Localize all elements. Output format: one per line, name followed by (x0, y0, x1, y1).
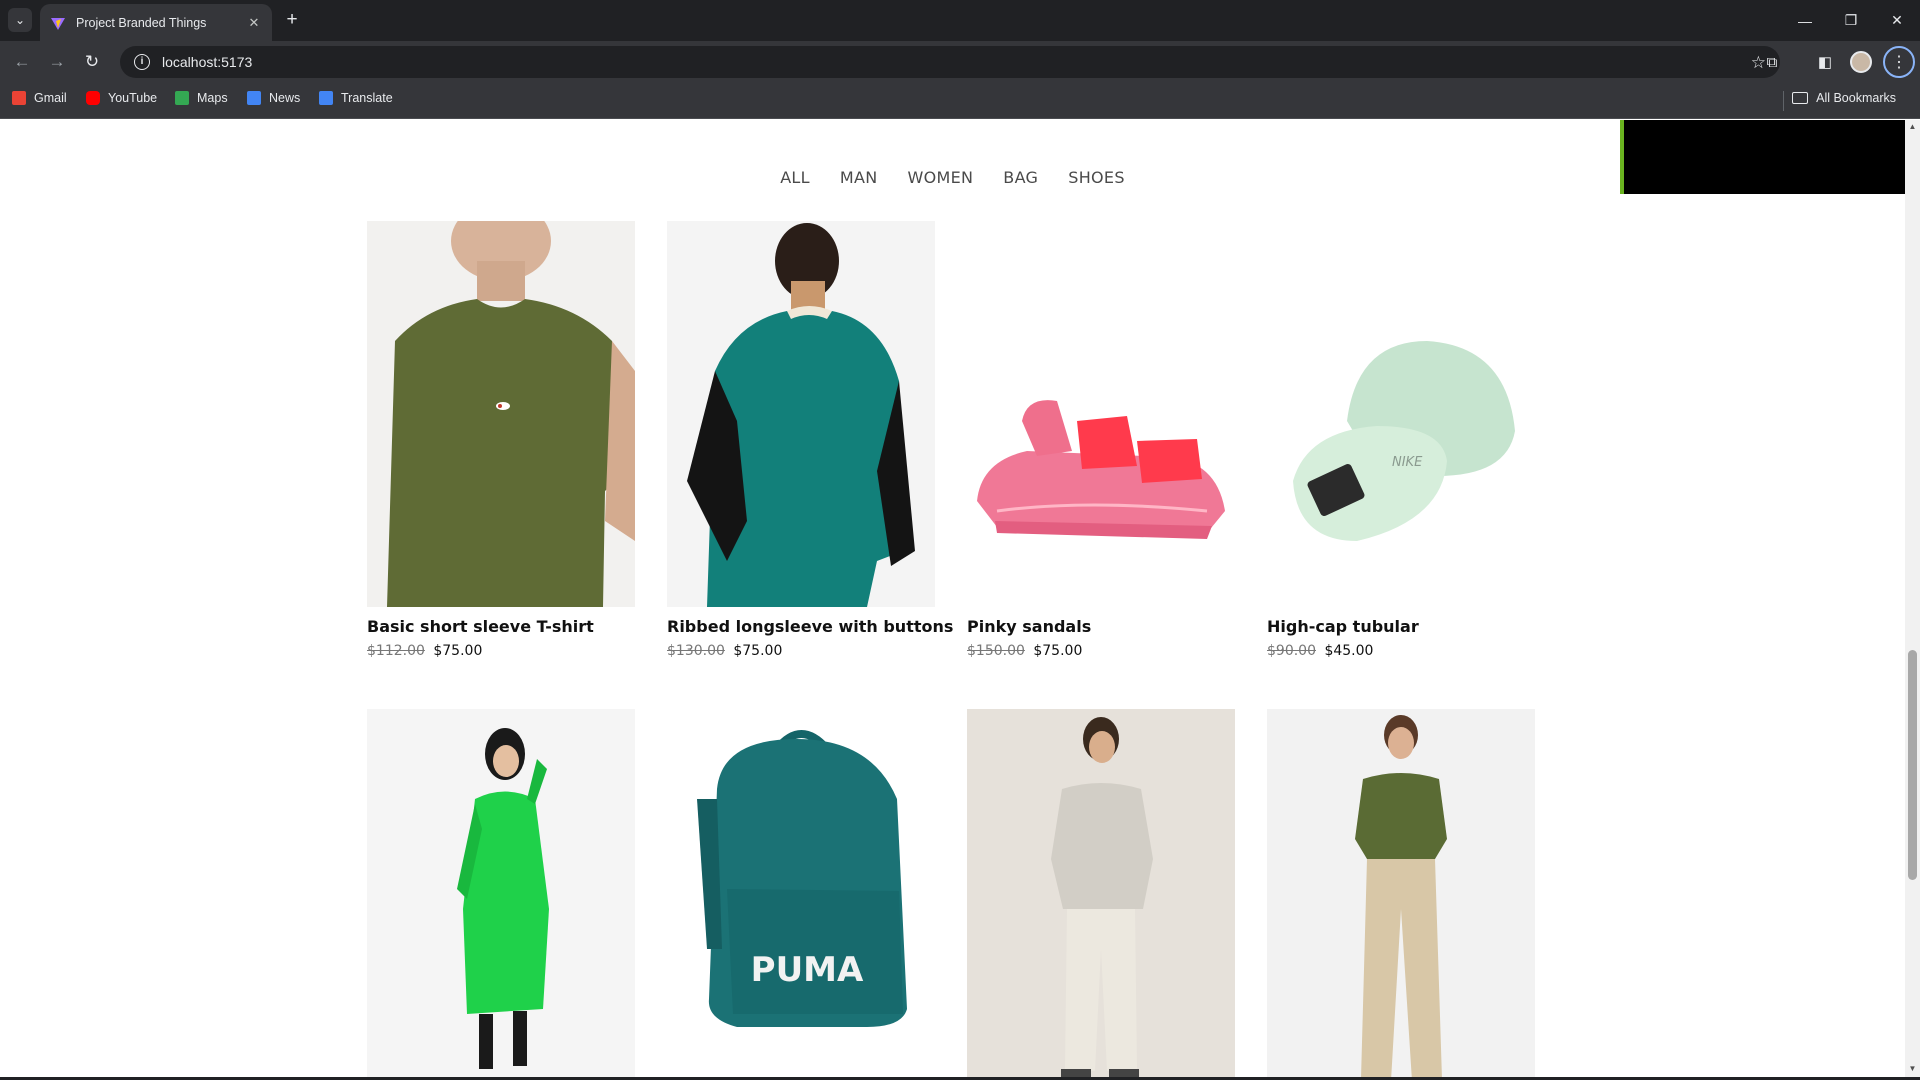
category-women[interactable]: WOMEN (908, 168, 974, 187)
original-price: $130.00 (667, 643, 725, 659)
product-name[interactable]: Pinky sandals (967, 617, 1235, 636)
product-image-olive-tshirt[interactable] (367, 221, 635, 607)
page-scrollbar[interactable] (1905, 120, 1920, 1078)
original-price: $112.00 (367, 643, 425, 659)
product-card[interactable]: Ribbed longsleeve with buttons $130.00 $… (667, 221, 953, 659)
sale-price: $75.00 (1033, 643, 1083, 659)
sale-price: $45.00 (1324, 643, 1374, 659)
site-info-icon[interactable]: i (134, 54, 150, 70)
puma-logo: PUMA (751, 950, 864, 990)
category-bag[interactable]: BAG (1003, 168, 1038, 187)
product-name[interactable]: Ribbed longsleeve with buttons (667, 617, 953, 636)
product-image-teal-backpack[interactable]: PUMA (667, 709, 935, 1078)
extensions-icon[interactable]: ⧉ (1760, 50, 1784, 74)
browser-menu-button[interactable]: ⋮ (1883, 46, 1915, 78)
product-image-pink-sandals[interactable] (967, 221, 1235, 607)
product-image-olive-tshirt-chinos[interactable] (1267, 709, 1535, 1078)
category-nav: ALL MAN WOMEN BAG SHOES (0, 168, 1905, 187)
translate-icon (319, 91, 333, 105)
scrollbar-thumb[interactable] (1908, 650, 1917, 880)
bookmark-translate[interactable]: Translate (319, 91, 393, 105)
bookmark-label: Maps (197, 91, 228, 105)
bookmark-label: YouTube (108, 91, 158, 105)
restore-button[interactable]: ❐ (1828, 0, 1874, 41)
product-price: $90.00 $45.00 (1267, 643, 1535, 659)
product-name[interactable]: Basic short sleeve T-shirt (367, 617, 635, 636)
bookmark-news[interactable]: News (247, 91, 300, 105)
gmail-icon (12, 91, 26, 105)
original-price: $150.00 (967, 643, 1025, 659)
product-price: $150.00 $75.00 (967, 643, 1235, 659)
folder-icon (1792, 92, 1809, 104)
bookmarks-divider (1783, 91, 1784, 111)
product-image-green-dress[interactable] (367, 709, 635, 1078)
close-window-button[interactable]: ✕ (1874, 0, 1920, 41)
bookmark-youtube[interactable]: YouTube (86, 91, 157, 105)
scroll-up-icon[interactable]: ▲ (1907, 122, 1918, 132)
bookmark-gmail[interactable]: Gmail (12, 91, 67, 105)
bookmark-label: Translate (341, 91, 393, 105)
original-price: $90.00 (1267, 643, 1316, 659)
sale-price: $75.00 (733, 643, 783, 659)
product-price: $112.00 $75.00 (367, 643, 635, 659)
bookmark-maps[interactable]: Maps (175, 91, 228, 105)
profile-avatar[interactable] (1850, 51, 1872, 73)
forward-button[interactable]: → (43, 48, 71, 76)
product-card[interactable] (1267, 709, 1535, 1078)
product-card[interactable]: PUMA (667, 709, 935, 1078)
sale-price: $75.00 (433, 643, 483, 659)
scroll-down-icon[interactable]: ▼ (1907, 1064, 1918, 1074)
url-text: localhost:5173 (162, 54, 253, 70)
browser-toolbar: ← → ↻ i localhost:5173 ☆ ⧉ ◧ ⋮ (0, 41, 1920, 83)
product-card[interactable]: Pinky sandals $150.00 $75.00 (967, 221, 1235, 659)
maps-icon (175, 91, 189, 105)
product-card[interactable] (967, 709, 1235, 1078)
product-card[interactable]: NIKE High-cap tubular $90.00 $45.00 (1267, 221, 1535, 659)
bookmark-label: Gmail (34, 91, 67, 105)
news-icon (247, 91, 261, 105)
all-bookmarks-label: All Bookmarks (1816, 91, 1896, 105)
back-button[interactable]: ← (8, 48, 36, 76)
category-all[interactable]: ALL (780, 168, 810, 187)
bookmark-label: News (269, 91, 301, 105)
tab-active[interactable]: Project Branded Things ✕ (40, 4, 272, 41)
product-card[interactable] (367, 709, 635, 1078)
youtube-icon (86, 91, 100, 105)
category-shoes[interactable]: SHOES (1068, 168, 1125, 187)
tab-strip: ⌄ Project Branded Things ✕ + — ❐ ✕ (0, 0, 1920, 41)
tab-close-icon[interactable]: ✕ (246, 15, 262, 31)
bookmarks-bar: Gmail YouTube Maps News Translate All Bo… (0, 83, 1920, 119)
product-price: $130.00 $75.00 (667, 643, 935, 659)
product-image-linen-shirt[interactable] (967, 709, 1235, 1078)
minimize-button[interactable]: — (1782, 0, 1828, 41)
reload-button[interactable]: ↻ (78, 48, 106, 76)
svg-text:NIKE: NIKE (1392, 455, 1423, 470)
all-bookmarks-button[interactable]: All Bookmarks (1792, 91, 1896, 105)
category-man[interactable]: MAN (840, 168, 878, 187)
page-viewport: ALL MAN WOMEN BAG SHOES Basic short slee… (0, 120, 1905, 1078)
tab-search-button[interactable]: ⌄ (8, 8, 32, 32)
product-image-teal-longsleeve[interactable] (667, 221, 935, 607)
tab-title: Project Branded Things (76, 15, 207, 30)
product-card[interactable]: Basic short sleeve T-shirt $112.00 $75.0… (367, 221, 635, 659)
product-image-mint-cap[interactable]: NIKE (1267, 221, 1535, 607)
address-bar[interactable]: i localhost:5173 ☆ (120, 46, 1780, 78)
vite-icon (51, 17, 65, 30)
side-panel-icon[interactable]: ◧ (1813, 50, 1837, 74)
new-tab-button[interactable]: + (280, 8, 304, 32)
product-name[interactable]: High-cap tubular (1267, 617, 1535, 636)
